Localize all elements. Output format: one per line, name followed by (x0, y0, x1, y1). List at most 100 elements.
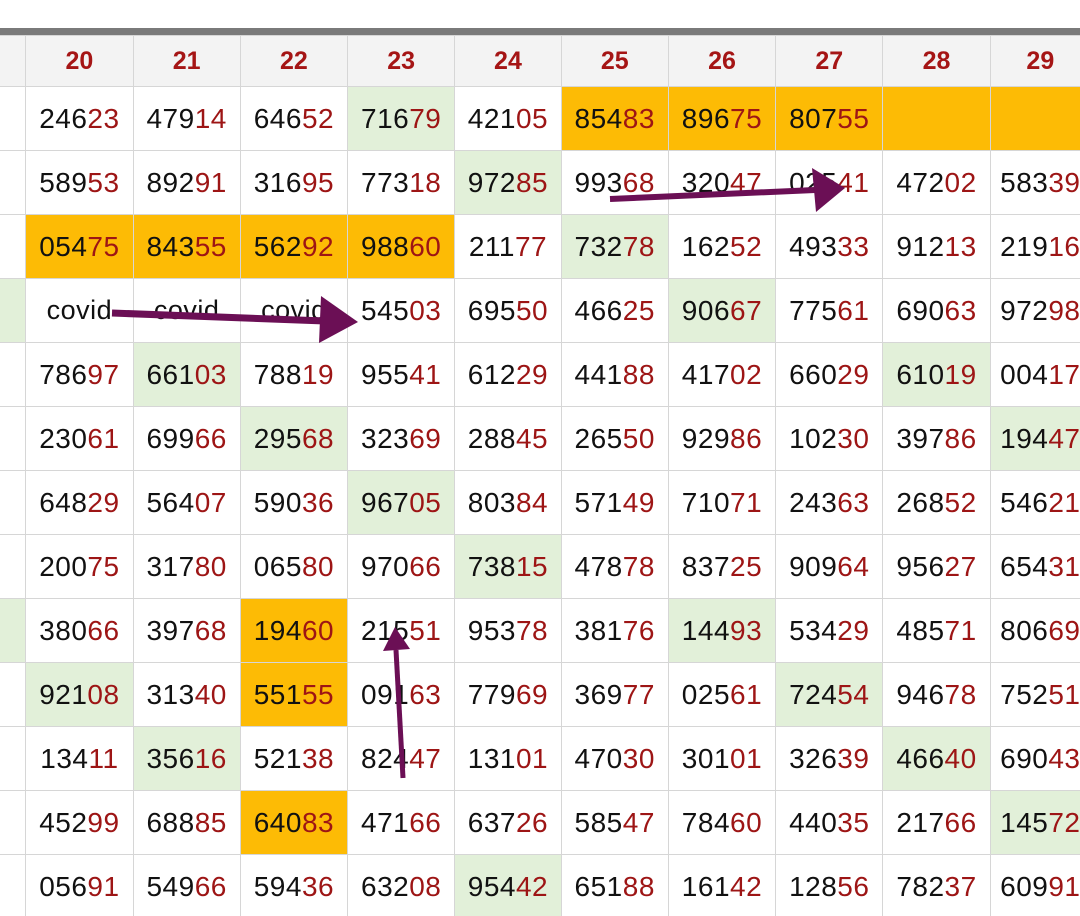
number-chart-grid[interactable]: 1920212223242526272829 52462347914646527… (0, 35, 1080, 916)
cell-lead-digits: 452 (39, 806, 88, 838)
table-row: 6648295640759036967058038457149710712436… (0, 470, 1080, 535)
cell-lead-digits: 929 (681, 422, 731, 454)
cell-result-digits: 63 (409, 678, 442, 710)
cell-lead-digits: 313 (146, 678, 195, 710)
table-cell: 90667 (667, 278, 777, 343)
table-cell: 91213 (882, 214, 991, 279)
cell-lead-digits: 688 (146, 806, 195, 838)
cell-lead-digits: 955 (361, 358, 410, 390)
table-cell: 16142 (667, 854, 777, 916)
table-cell: 31780 (132, 534, 241, 599)
cell-lead-digits: 485 (896, 614, 945, 646)
cell-result-digits: 97 (87, 358, 120, 390)
table-cell: d (0, 278, 27, 343)
cell-lead-digits: 265 (574, 422, 623, 454)
table-cell: 97285 (454, 150, 562, 215)
table-cell: 09163 (347, 662, 456, 727)
table-cell: 63208 (347, 854, 456, 916)
table-cell: 69550 (454, 278, 562, 343)
cell-result-digits: 49 (622, 486, 655, 518)
cell-lead-digits: 732 (574, 230, 623, 262)
cell-lead-digits: 824 (361, 742, 410, 774)
cell-lead-digits: 590 (253, 486, 302, 518)
table-row: 5054758435556292988602117773278162524933… (0, 214, 1080, 279)
cell-lead-digits: 773 (361, 166, 410, 198)
cell-result-digits: 02 (730, 358, 763, 390)
cell-lead-digits: 440 (789, 806, 838, 838)
cell-result-digits: 63 (944, 294, 977, 326)
cell-result-digits: 66 (194, 422, 227, 454)
table-cell: 54503 (347, 278, 456, 343)
cell-result-digits: 50 (622, 422, 655, 454)
column-header-22: 22 (239, 35, 349, 87)
cell-lead-digits: 906 (681, 294, 731, 326)
cell-result-digits: 85 (515, 166, 549, 198)
table-cell: 36977 (560, 662, 669, 727)
cell-lead-digits: 025 (681, 678, 731, 710)
cell-result-digits: 64 (837, 550, 870, 582)
table-row: 8786976610378819955416122944188417026602… (0, 342, 1080, 407)
cell-result-digits: 11 (88, 742, 119, 774)
cell-lead-digits: 954 (467, 870, 516, 902)
cell-lead-digits: 268 (896, 486, 945, 518)
table-cell: 56407 (132, 470, 241, 535)
cell-lead-digits: 466 (896, 742, 945, 774)
cell-result-digits: 99 (87, 806, 120, 838)
cell-result-digits: 05 (409, 486, 442, 518)
cell-result-digits: 80 (301, 550, 335, 582)
cell-lead-digits: 144 (681, 614, 731, 646)
cell-result-digits: 75 (87, 230, 120, 262)
table-cell: 75251 (989, 662, 1080, 727)
cell-lead-digits: 784 (681, 806, 731, 838)
cell-result-digits: 67 (730, 294, 763, 326)
cell-result-digits: 91 (87, 870, 120, 902)
cell-lead-digits: 779 (467, 678, 516, 710)
table-cell: 06580 (239, 534, 349, 599)
cell-result-digits: 42 (515, 870, 549, 902)
cell-lead-digits: 397 (896, 422, 945, 454)
table-cell: 89291 (132, 150, 241, 215)
cell-lead-digits: 317 (146, 550, 195, 582)
table-cell: 57149 (560, 470, 669, 535)
cell-result-digits: 77 (622, 678, 655, 710)
cell-lead-digits: covid (261, 295, 327, 325)
table-cell: 97298 (989, 278, 1080, 343)
table-cell: 95442 (454, 854, 562, 916)
table-cell: 63726 (454, 790, 562, 855)
table-cell: 58953 (25, 150, 134, 215)
table-cell: 78237 (882, 854, 991, 916)
table-cell: covid (239, 278, 349, 343)
cell-result-digits: 29 (837, 358, 870, 390)
top-divider-bar (0, 28, 1080, 35)
table-cell: 47914 (132, 86, 241, 151)
table-cell: 58339 (989, 150, 1080, 215)
table-cell: 35616 (132, 726, 241, 791)
table-cell: 47202 (882, 150, 991, 215)
cell-lead-digits: 161 (681, 870, 731, 902)
table-cell: 47030 (560, 726, 669, 791)
table-cell: 64652 (239, 86, 349, 151)
cell-result-digits: 71 (944, 614, 977, 646)
table-cell: 64083 (239, 790, 349, 855)
cell-result-digits: 15 (515, 550, 549, 582)
cell-lead-digits: 564 (146, 486, 195, 518)
cell-result-digits: 98 (1048, 294, 1080, 326)
cell-result-digits: 77 (514, 230, 548, 262)
column-header-20: 20 (25, 35, 134, 87)
table-row: 9452996888564083471666372658547784604403… (0, 790, 1080, 855)
cell-lead-digits: 837 (681, 550, 731, 582)
cell-lead-digits: 493 (789, 230, 838, 262)
table-cell: 19447 (989, 406, 1080, 471)
cell-lead-digits: 417 (681, 358, 731, 390)
table-cell: 39768 (132, 598, 241, 663)
table-cell: 78460 (667, 790, 777, 855)
table-cell: 58547 (560, 790, 669, 855)
cell-result-digits: 13 (944, 230, 977, 262)
cell-result-digits: 92 (301, 230, 335, 262)
cell-lead-digits: covid (46, 295, 113, 325)
table-cell: 64829 (25, 470, 134, 535)
cell-lead-digits: 243 (789, 486, 838, 518)
table-row: 8134113561652138824471310147030301013263… (0, 726, 1080, 791)
cell-result-digits: 80 (194, 550, 227, 582)
cell-result-digits: 37 (944, 870, 977, 902)
